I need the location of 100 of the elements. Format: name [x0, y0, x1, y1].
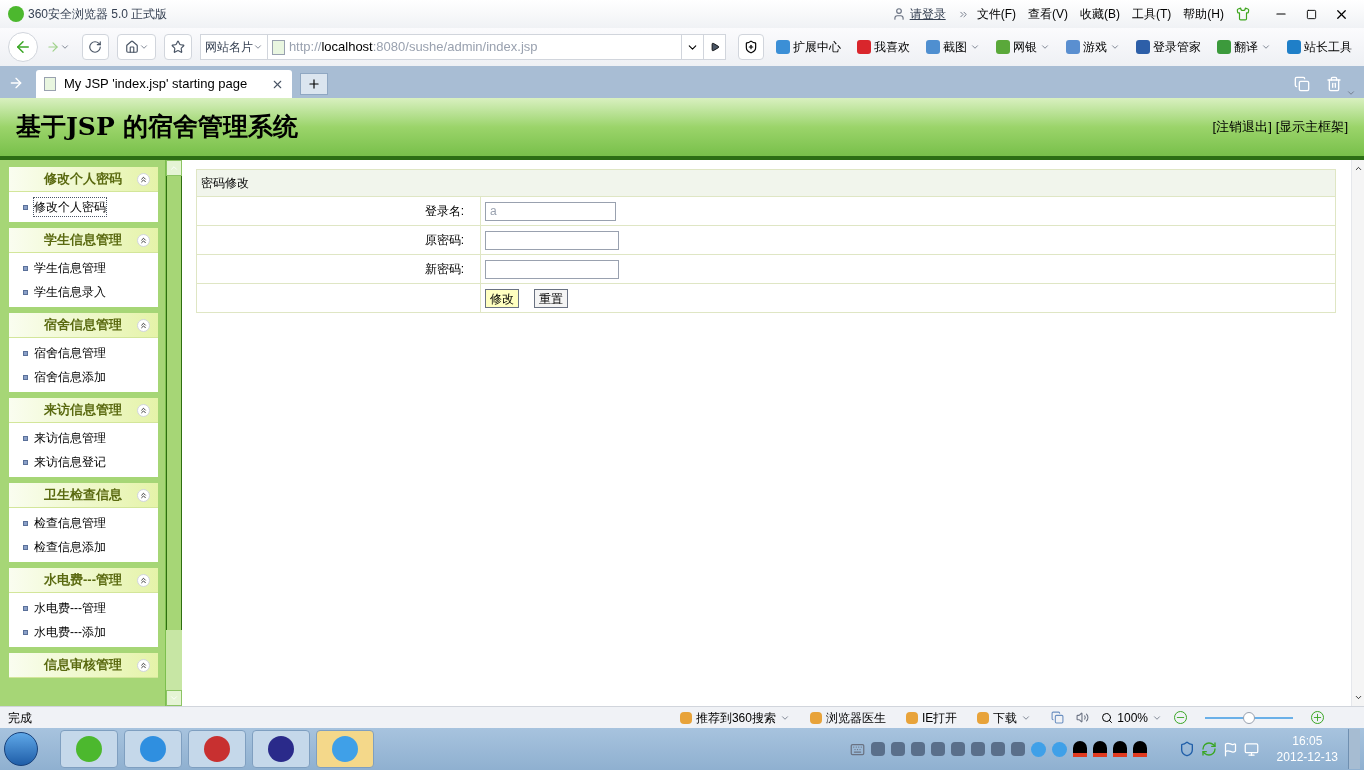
toolbar-button[interactable]: 我喜欢 [853, 34, 914, 60]
menu-link[interactable]: 宿舍信息添加 [34, 368, 106, 386]
refresh-button[interactable] [81, 34, 110, 60]
shield-icon [744, 40, 759, 54]
menu-link[interactable]: 检查信息管理 [34, 514, 106, 532]
skin-icon[interactable] [1236, 7, 1250, 21]
menu-link[interactable]: 学生信息管理 [34, 259, 106, 277]
menu-group-header[interactable]: 修改个人密码 [9, 167, 158, 192]
new-tab-button[interactable] [300, 73, 328, 95]
trash-icon[interactable] [1326, 76, 1342, 92]
toolbar-button[interactable]: 翻译 [1213, 34, 1275, 60]
menu-group-header[interactable]: 来访信息管理 [9, 398, 158, 423]
input-field[interactable] [485, 259, 619, 279]
menu-group-header[interactable]: 学生信息管理 [9, 228, 158, 253]
window-title: 360安全浏览器 5.0 正式版 [28, 6, 168, 23]
penguin-icon[interactable] [1072, 741, 1087, 757]
collapse-icon[interactable] [137, 658, 150, 672]
status-button[interactable]: 下载 [977, 708, 1032, 727]
header-link[interactable]: [注销退出] [1212, 117, 1272, 137]
bullet-icon [23, 265, 28, 271]
menu-link[interactable]: 水电费---管理 [34, 599, 106, 617]
menu-link[interactable]: 学生信息录入 [34, 283, 106, 301]
collapse-icon[interactable] [137, 488, 150, 502]
toolbar-button[interactable]: 截图 [922, 34, 984, 60]
status-button[interactable]: IE打开 [905, 708, 958, 727]
toolbar-button[interactable]: 游戏 [1062, 34, 1124, 60]
volume-icon[interactable] [1076, 711, 1090, 724]
status-button[interactable]: 推荐到360搜索 [679, 708, 790, 727]
bullet-icon [23, 374, 28, 380]
field-label: 登录名: [424, 203, 464, 220]
collapse-icon[interactable] [137, 233, 150, 247]
network-icon[interactable] [1243, 741, 1259, 757]
menu-item[interactable]: 文件(F) [976, 5, 1016, 23]
penguin-icon[interactable] [1112, 741, 1127, 757]
address-bar[interactable]: 网站名片 http://localhost:8080/sushe/admin/index.jsp [199, 34, 727, 60]
taskbar-app-button[interactable] [188, 730, 246, 768]
sync-icon[interactable] [1200, 741, 1217, 757]
collapse-icon[interactable] [137, 172, 150, 186]
bullet-icon [23, 289, 28, 295]
restore-tabs-icon[interactable] [1294, 76, 1310, 92]
bullet-icon [23, 350, 28, 356]
menu-link[interactable]: 检查信息添加 [34, 538, 106, 556]
menu-item[interactable]: 查看(V) [1028, 5, 1068, 23]
group-title: 宿舍信息管理 [43, 316, 123, 335]
scrollbar[interactable] [165, 160, 182, 706]
group-title: 修改个人密码 [42, 170, 123, 189]
menu-item[interactable]: 收藏(B) [1080, 5, 1120, 23]
toolbar-button[interactable]: 扩展中心 [772, 34, 845, 60]
collapse-icon[interactable] [137, 573, 150, 587]
taskbar-app-button[interactable] [252, 730, 310, 768]
keyboard-icon[interactable] [849, 741, 865, 757]
group-title: 学生信息管理 [43, 231, 123, 250]
page-icon [44, 77, 56, 91]
home-button[interactable] [117, 34, 157, 60]
menu-item[interactable]: 帮助(H) [1183, 5, 1224, 23]
input-field[interactable] [485, 230, 619, 250]
header-link[interactable]: [显示主框架] [1275, 117, 1348, 137]
penguin-icon[interactable] [1092, 741, 1107, 757]
collapse-icon[interactable] [137, 403, 150, 417]
show-desktop-button[interactable] [1348, 729, 1360, 769]
url-text: http://localhost:8080/sushe/admin/index.jsp [288, 38, 539, 57]
sidebar-toggle-icon[interactable] [8, 75, 24, 91]
login-link[interactable]: 请登录 [909, 5, 946, 23]
menu-group-header[interactable]: 信息审核管理 [9, 653, 158, 678]
status-button[interactable]: 浏览器医生 [809, 708, 886, 727]
scroll-up-icon [1353, 164, 1363, 173]
start-button[interactable] [4, 732, 38, 766]
form-button[interactable]: 重置 [534, 288, 568, 308]
menu-item[interactable]: 工具(T) [1132, 5, 1172, 23]
flag-icon[interactable] [1222, 741, 1238, 757]
back-button[interactable] [8, 32, 38, 62]
page-scrollbar[interactable] [1351, 160, 1364, 706]
toolbar-button[interactable]: 登录管家 [1132, 34, 1205, 60]
menu-group-header[interactable]: 水电费---管理 [9, 568, 158, 593]
menu-link[interactable]: 来访信息管理 [34, 429, 106, 447]
penguin-icon[interactable] [1132, 741, 1147, 757]
restore-icon [1305, 8, 1317, 20]
menu-group-header[interactable]: 宿舍信息管理 [9, 313, 158, 338]
favorite-button[interactable] [164, 34, 192, 60]
site-card-button[interactable]: 网站名片 [200, 35, 268, 59]
shield-icon[interactable] [1178, 741, 1195, 757]
bullet-icon [23, 520, 28, 526]
menu-link[interactable]: 水电费---添加 [34, 623, 106, 641]
zoom-button[interactable]: 100% [1101, 708, 1162, 727]
toolbar-button[interactable]: 网银 [992, 34, 1054, 60]
menu-link[interactable]: 来访信息登记 [34, 453, 106, 471]
scroll-down-icon [169, 693, 179, 703]
browser-logo-icon [8, 6, 24, 22]
slider-thumb[interactable] [1243, 711, 1255, 724]
collapse-icon[interactable] [137, 318, 150, 332]
menu-link[interactable]: 宿舍信息管理 [34, 344, 106, 362]
window-icon[interactable] [1051, 711, 1065, 724]
zoom-in-icon[interactable] [1311, 711, 1324, 724]
menu-link[interactable]: 修改个人密码 [34, 198, 106, 216]
menu-group-header[interactable]: 卫生检查信息 [9, 483, 158, 508]
browser-tab[interactable]: My JSP 'index.jsp' starting page [36, 70, 292, 98]
form-button[interactable]: 修改 [485, 288, 519, 308]
bullet-icon [23, 459, 28, 465]
shield-button[interactable] [738, 34, 764, 60]
toolbar-button[interactable]: 站长工具 [1283, 34, 1356, 60]
